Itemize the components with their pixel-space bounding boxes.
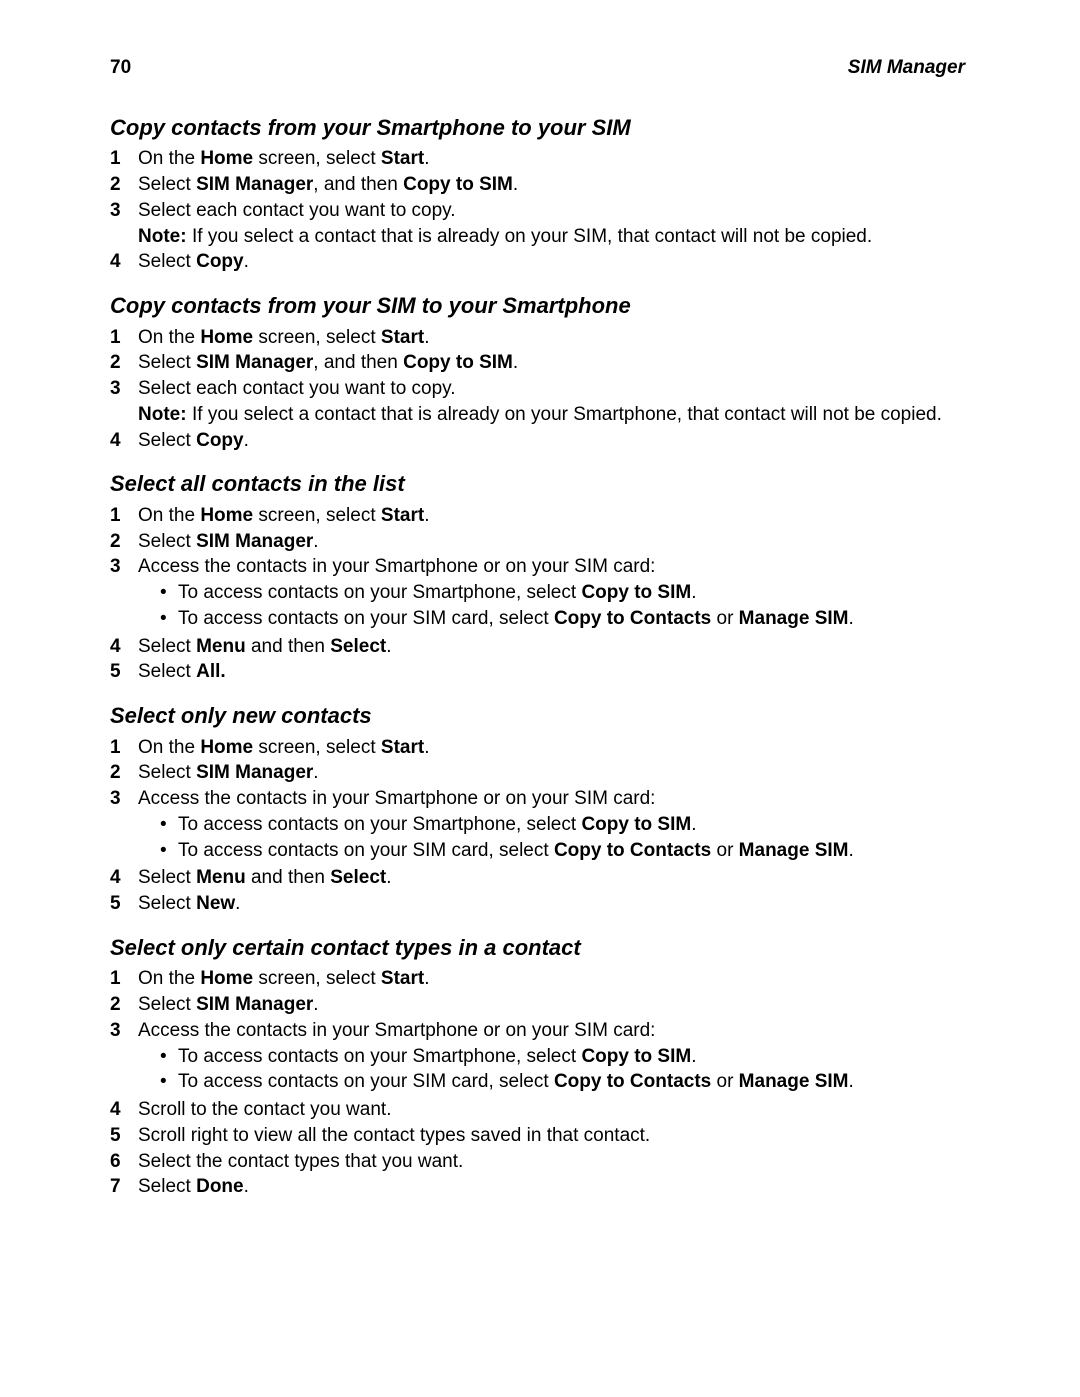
step-item: 1On the Home screen, select Start. — [110, 147, 965, 171]
section-heading: Copy contacts from your SIM to your Smar… — [110, 292, 965, 320]
section-heading: Copy contacts from your Smartphone to yo… — [110, 114, 965, 142]
bullet-list: •To access contacts on your Smartphone, … — [160, 813, 965, 863]
step-item: 3 Access the contacts in your Smartphone… — [110, 787, 965, 864]
step-text: Select New. — [138, 892, 965, 916]
step-text: Select Done. — [138, 1175, 965, 1199]
step-text: Select each contact you want to copy. No… — [138, 377, 965, 427]
step-text: Access the contacts in your Smartphone o… — [138, 555, 965, 632]
step-list: 1On the Home screen, select Start. 2Sele… — [110, 736, 965, 916]
step-text: Access the contacts in your Smartphone o… — [138, 787, 965, 864]
page-number: 70 — [110, 56, 131, 80]
bullet-list: •To access contacts on your Smartphone, … — [160, 1045, 965, 1095]
step-item: 3 Access the contacts in your Smartphone… — [110, 1019, 965, 1096]
step-item: 7Select Done. — [110, 1175, 965, 1199]
step-text: Select Copy. — [138, 250, 965, 274]
step-text: Select SIM Manager. — [138, 993, 965, 1017]
note: Note: If you select a contact that is al… — [138, 225, 965, 249]
step-text: Scroll right to view all the contact typ… — [138, 1124, 965, 1148]
step-text: On the Home screen, select Start. — [138, 326, 965, 350]
note-label: Note: — [138, 225, 192, 249]
bullet-item: •To access contacts on your SIM card, se… — [160, 1070, 965, 1094]
note: Note: If you select a contact that is al… — [138, 403, 965, 427]
bullet-list: •To access contacts on your Smartphone, … — [160, 581, 965, 631]
note-label: Note: — [138, 403, 192, 427]
step-text: Scroll to the contact you want. — [138, 1098, 965, 1122]
step-text: Select Menu and then Select. — [138, 866, 965, 890]
step-text: On the Home screen, select Start. — [138, 147, 965, 171]
step-item: 4Select Menu and then Select. — [110, 866, 965, 890]
step-text: On the Home screen, select Start. — [138, 967, 965, 991]
step-item: 1On the Home screen, select Start. — [110, 736, 965, 760]
step-text: Select SIM Manager, and then Copy to SIM… — [138, 173, 965, 197]
step-list: 1On the Home screen, select Start. 2Sele… — [110, 504, 965, 684]
note-text: If you select a contact that is already … — [192, 403, 965, 427]
manual-page: 70 SIM Manager Copy contacts from your S… — [0, 0, 1080, 1397]
section-heading: Select only new contacts — [110, 702, 965, 730]
step-item: 4Select Menu and then Select. — [110, 635, 965, 659]
step-item: 5Scroll right to view all the contact ty… — [110, 1124, 965, 1148]
step-item: 3 Access the contacts in your Smartphone… — [110, 555, 965, 632]
step-text: Select SIM Manager. — [138, 530, 965, 554]
step-item: 1On the Home screen, select Start. — [110, 326, 965, 350]
step-item: 1On the Home screen, select Start. — [110, 504, 965, 528]
step-text: On the Home screen, select Start. — [138, 504, 965, 528]
step-text: Access the contacts in your Smartphone o… — [138, 1019, 965, 1096]
step-item: 2Select SIM Manager. — [110, 993, 965, 1017]
step-item: 5Select All. — [110, 660, 965, 684]
bullet-item: •To access contacts on your Smartphone, … — [160, 1045, 965, 1069]
step-item: 2Select SIM Manager, and then Copy to SI… — [110, 173, 965, 197]
step-text: Select the contact types that you want. — [138, 1150, 965, 1174]
step-item: 6Select the contact types that you want. — [110, 1150, 965, 1174]
section-heading: Select all contacts in the list — [110, 470, 965, 498]
step-item: 5Select New. — [110, 892, 965, 916]
bullet-item: •To access contacts on your Smartphone, … — [160, 813, 965, 837]
bullet-item: •To access contacts on your SIM card, se… — [160, 839, 965, 863]
step-text: Select All. — [138, 660, 965, 684]
step-item: 2Select SIM Manager. — [110, 530, 965, 554]
step-item: 4Select Copy. — [110, 429, 965, 453]
step-item: 4Scroll to the contact you want. — [110, 1098, 965, 1122]
step-item: 1On the Home screen, select Start. — [110, 967, 965, 991]
step-text: Select each contact you want to copy. No… — [138, 199, 965, 249]
bullet-item: •To access contacts on your SIM card, se… — [160, 607, 965, 631]
chapter-title: SIM Manager — [848, 56, 965, 80]
step-text: Select SIM Manager. — [138, 761, 965, 785]
step-text: Select Copy. — [138, 429, 965, 453]
step-list: 1On the Home screen, select Start. 2Sele… — [110, 326, 965, 453]
step-item: 4Select Copy. — [110, 250, 965, 274]
running-head: 70 SIM Manager — [110, 56, 965, 80]
step-text: Select Menu and then Select. — [138, 635, 965, 659]
step-item: 3 Select each contact you want to copy. … — [110, 377, 965, 427]
step-item: 3 Select each contact you want to copy. … — [110, 199, 965, 249]
note-text: If you select a contact that is already … — [192, 225, 965, 249]
section-heading: Select only certain contact types in a c… — [110, 934, 965, 962]
step-list: 1On the Home screen, select Start. 2Sele… — [110, 967, 965, 1199]
step-list: 1On the Home screen, select Start. 2Sele… — [110, 147, 965, 274]
step-item: 2Select SIM Manager. — [110, 761, 965, 785]
step-text: Select SIM Manager, and then Copy to SIM… — [138, 351, 965, 375]
step-text: On the Home screen, select Start. — [138, 736, 965, 760]
step-item: 2Select SIM Manager, and then Copy to SI… — [110, 351, 965, 375]
bullet-item: •To access contacts on your Smartphone, … — [160, 581, 965, 605]
